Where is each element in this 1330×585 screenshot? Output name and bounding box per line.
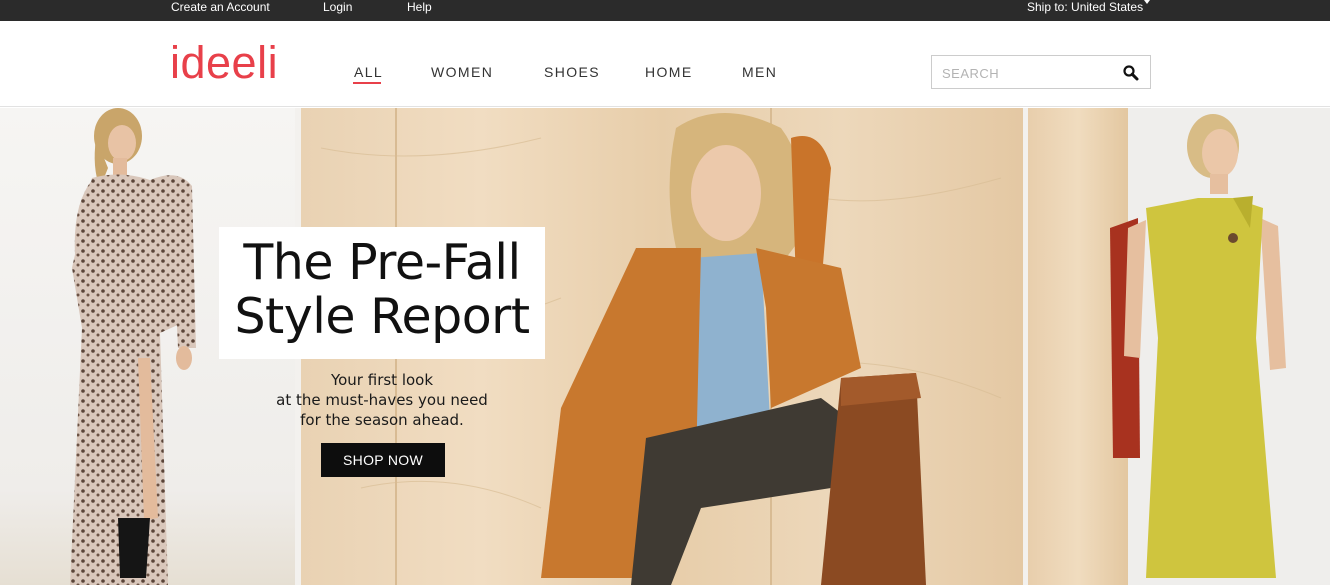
site-logo[interactable]: ideeli <box>170 38 278 88</box>
hero-subtext-line1: Your first look <box>330 371 434 389</box>
search-input[interactable] <box>942 63 1112 83</box>
hero-headline: The Pre-Fall Style Report <box>219 236 545 344</box>
model-yellow-dress-image <box>1110 114 1286 578</box>
login-link[interactable]: Login <box>323 0 352 15</box>
hero-banner[interactable]: The Pre-Fall Style Report Your first loo… <box>0 108 1330 585</box>
help-link[interactable]: Help <box>407 0 432 15</box>
nav-all[interactable]: ALL <box>354 63 383 81</box>
nav-men[interactable]: MEN <box>742 63 777 81</box>
top-utility-bar: Create an Account Login Help Ship to: Un… <box>0 0 1330 21</box>
shop-now-button[interactable]: SHOP NOW <box>321 443 445 477</box>
hero-subtext-line2: at the must-haves you need <box>276 391 488 409</box>
create-account-link[interactable]: Create an Account <box>171 0 270 15</box>
nav-women[interactable]: WOMEN <box>431 63 493 81</box>
nav-active-underline <box>353 82 381 84</box>
hero-headline-line1: The Pre-Fall <box>243 234 521 291</box>
ship-to-selector[interactable]: Ship to: United States <box>1027 0 1143 15</box>
search-icon[interactable] <box>1122 64 1140 82</box>
caret-down-icon[interactable] <box>1144 0 1150 15</box>
site-header: ideeli ALL WOMEN SHOES HOME MEN <box>0 21 1330 107</box>
hero-subtext: Your first look at the must-haves you ne… <box>262 370 502 430</box>
headline-box: The Pre-Fall Style Report <box>219 227 545 359</box>
search-box <box>931 55 1151 89</box>
hero-subtext-line3: for the season ahead. <box>300 411 464 429</box>
hero-image-right[interactable] <box>1028 108 1330 585</box>
hero-headline-line2: Style Report <box>234 288 530 345</box>
nav-home[interactable]: HOME <box>645 63 693 81</box>
nav-shoes[interactable]: SHOES <box>544 63 600 81</box>
